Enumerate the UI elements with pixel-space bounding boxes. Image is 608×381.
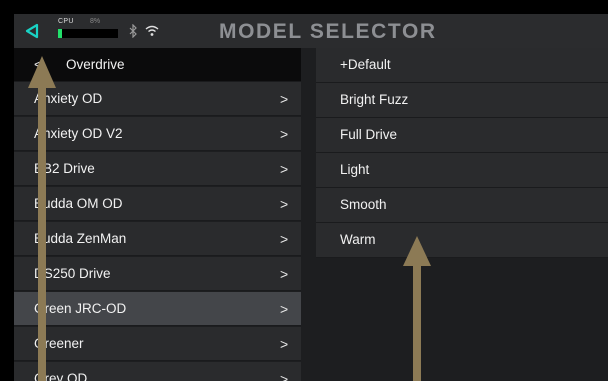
- category-back-row[interactable]: < Overdrive: [14, 48, 301, 82]
- cpu-label: CPU: [58, 18, 74, 25]
- preset-label: Smooth: [340, 197, 387, 212]
- list-item[interactable]: Anxiety OD >: [14, 82, 301, 116]
- preset-label: Bright Fuzz: [340, 92, 409, 107]
- back-triangle-icon[interactable]: [24, 23, 40, 39]
- cpu-meter: [58, 29, 118, 38]
- chevron-right-icon: >: [280, 371, 289, 381]
- list-item[interactable]: Greener >: [14, 327, 301, 361]
- category-label: Overdrive: [66, 57, 125, 72]
- preset-label: Full Drive: [340, 127, 398, 142]
- list-item[interactable]: Grey OD >: [14, 362, 301, 381]
- preset-item[interactable]: Light: [316, 153, 608, 188]
- preset-list: +Default Bright Fuzz Full Drive Light Sm…: [316, 48, 608, 381]
- chevron-right-icon: >: [280, 336, 289, 352]
- app-frame: CPU 8% MODEL SELECTOR < Overdrive Anxiet…: [14, 14, 608, 381]
- bluetooth-icon: [129, 24, 137, 38]
- preset-label: Light: [340, 162, 370, 177]
- cpu-meter-fill: [58, 29, 62, 38]
- wifi-icon: [145, 25, 159, 36]
- list-item[interactable]: Budda ZenMan >: [14, 222, 301, 256]
- chevron-right-icon: >: [280, 161, 289, 177]
- list-item[interactable]: DS250 Drive >: [14, 257, 301, 291]
- chevron-right-icon: >: [280, 266, 289, 282]
- chevron-right-icon: >: [280, 126, 289, 142]
- preset-item[interactable]: Full Drive: [316, 118, 608, 153]
- list-item[interactable]: Budda OM OD >: [14, 187, 301, 221]
- chevron-right-icon: >: [280, 91, 289, 107]
- preset-item[interactable]: Smooth: [316, 188, 608, 223]
- preset-label: +Default: [340, 57, 391, 72]
- preset-label: Warm: [340, 232, 376, 247]
- preset-item[interactable]: Bright Fuzz: [316, 83, 608, 118]
- list-item[interactable]: BB2 Drive >: [14, 152, 301, 186]
- list-item[interactable]: Anxiety OD V2 >: [14, 117, 301, 151]
- model-list: < Overdrive Anxiety OD > Anxiety OD V2 >…: [14, 48, 301, 381]
- preset-item[interactable]: Warm: [316, 223, 608, 258]
- chevron-right-icon: >: [280, 196, 289, 212]
- list-item-selected[interactable]: Green JRC-OD >: [14, 292, 301, 326]
- annotation-arrow-up-icon: [403, 236, 431, 381]
- header-bar: CPU 8% MODEL SELECTOR: [14, 14, 608, 48]
- preset-item[interactable]: +Default: [316, 48, 608, 83]
- annotation-arrow-up-icon: [28, 56, 56, 381]
- chevron-right-icon: >: [280, 301, 289, 317]
- cpu-percent: 8%: [90, 18, 101, 25]
- chevron-right-icon: >: [280, 231, 289, 247]
- page-title: MODEL SELECTOR: [219, 20, 437, 43]
